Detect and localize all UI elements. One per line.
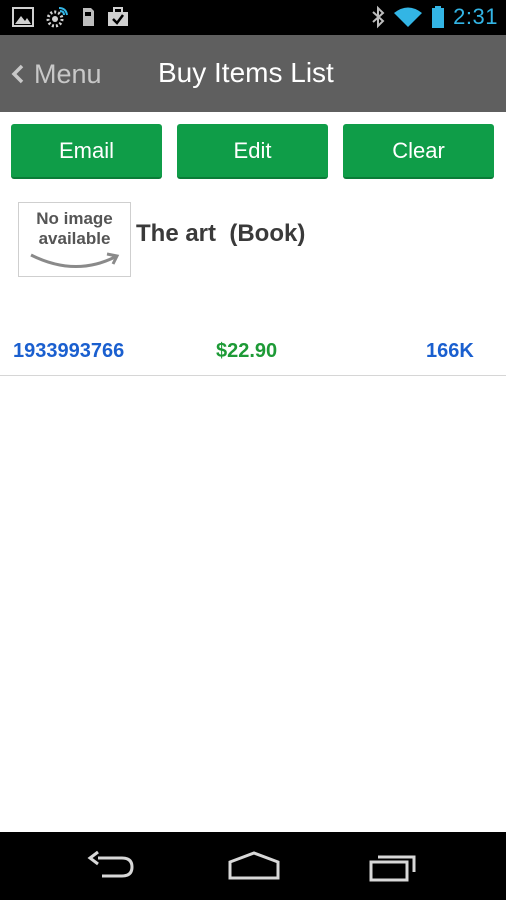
action-buttons: Email Edit Clear [11,124,495,179]
back-icon[interactable] [86,850,138,882]
no-image-thumbnail: No image available [18,202,131,277]
menu-label: Menu [34,58,102,89]
email-button[interactable]: Email [11,124,162,179]
edit-button[interactable]: Edit [177,124,328,179]
recent-apps-icon[interactable] [368,850,420,882]
battery-icon [432,6,445,28]
page-title: Buy Items List [158,57,334,88]
clear-button[interactable]: Clear [343,124,494,179]
bluetooth-icon [372,5,385,29]
item-size: 166K [426,340,474,362]
item-isbn: 1933993766 [13,340,125,362]
picture-icon [12,7,34,27]
system-icons: 2:31 [371,3,498,31]
thumbnail-text: No image available [36,209,113,248]
amazon-smile-icon [30,252,120,268]
notification-icons [12,5,130,29]
menu-back-button[interactable]: Menu [10,54,102,94]
list-item[interactable]: No image available The art (Book) 193399… [0,190,506,376]
sync-gear-icon [46,7,68,28]
item-price: $22.90 [216,340,278,362]
action-bar: Menu Buy Items List [0,35,506,112]
briefcase-check-icon [108,7,128,26]
sd-card-icon [83,8,94,26]
item-title: The art (Book) [136,220,306,247]
wifi-icon [394,7,423,27]
chevron-left-icon [11,64,24,84]
navigation-bar [0,832,506,900]
status-bar: 2:31 [0,0,506,35]
clock: 2:31 [453,4,498,29]
home-icon[interactable] [226,850,282,882]
